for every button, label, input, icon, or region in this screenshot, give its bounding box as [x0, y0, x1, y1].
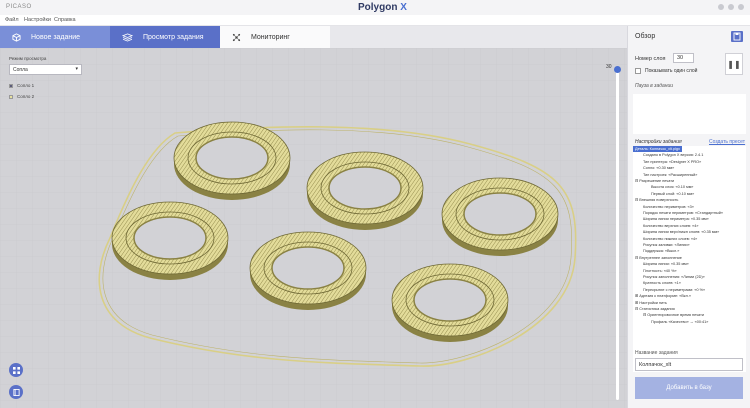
- ring-part-4: [111, 201, 229, 280]
- close-button[interactable]: [738, 4, 744, 10]
- model-scene: [0, 48, 627, 408]
- layers-icon: [122, 32, 133, 42]
- ring-part-5: [249, 231, 367, 310]
- save-icon: [733, 32, 741, 41]
- tree-item[interactable]: Рисунок заливки: «Линии»: [633, 242, 690, 248]
- chevron-down-icon: ▾: [75, 66, 78, 72]
- save-button[interactable]: [731, 31, 743, 42]
- legend-swatch: [9, 83, 13, 88]
- tree-item[interactable]: Количество нижних слоев: «4»: [633, 236, 697, 242]
- tree-item[interactable]: Плотность: «40 %»: [633, 268, 677, 274]
- legend-item-nozzle-2: Сопло 2: [9, 94, 34, 99]
- tree-item[interactable]: Рисунок заполнения: «Линии (2D)»: [633, 274, 705, 280]
- tab-view-task[interactable]: Просмотр задания: [110, 26, 220, 48]
- tree-item[interactable]: Количество периметров: «3»: [633, 204, 694, 210]
- task-name-label: Название задания: [635, 350, 678, 356]
- menu-help[interactable]: Справка: [54, 17, 76, 23]
- grid-icon: [12, 366, 20, 374]
- view-mode-label: Режим просмотра: [9, 56, 47, 61]
- network-icon: [232, 33, 241, 41]
- tree-item[interactable]: Профиль «Качество» → «00:41»: [633, 319, 708, 325]
- ring-part-1: [173, 121, 291, 200]
- tree-item[interactable]: ⊟ Ориентировочное время печати: [633, 312, 704, 318]
- app-logo: Polygon X: [358, 2, 407, 13]
- tree-item[interactable]: ⊞ Адгезия к платформе: «Вкл.»: [633, 293, 691, 299]
- overview-panel: Обзор Номер слоя 30 Показывать один слой…: [627, 26, 750, 408]
- tree-item[interactable]: Поддержка: «Выкл.»: [633, 248, 679, 254]
- pause-button[interactable]: ❚❚: [725, 53, 743, 75]
- ring-part-3: [441, 177, 559, 256]
- tree-item[interactable]: Высота слоя: «0.10 мм»: [633, 184, 693, 190]
- tree-item[interactable]: Создано в Polygon X версия: 2.4.1: [633, 152, 703, 158]
- tree-item[interactable]: Сопло: «0.30 мм»: [633, 165, 674, 171]
- tree-item[interactable]: Ширина линии: «0.35 мм»: [633, 261, 689, 267]
- task-name-input[interactable]: Колпачок_xlt: [635, 358, 743, 371]
- tab-new-task[interactable]: Новое задание: [0, 26, 110, 48]
- minimize-button[interactable]: [718, 4, 724, 10]
- view-mode-value: Сопла: [13, 67, 28, 73]
- add-to-queue-button[interactable]: Добавить в базу: [635, 377, 743, 399]
- tree-item[interactable]: Деталь: Колпачок_xlt.plgx: [633, 146, 682, 152]
- tree-item[interactable]: Порядок печати периметров: «Стандартный»: [633, 210, 723, 216]
- tab-view-task-label: Просмотр задания: [143, 33, 204, 41]
- tab-monitoring[interactable]: Мониторинг: [220, 26, 330, 48]
- legend-label: Сопло 1: [17, 83, 35, 88]
- window-controls: [718, 4, 744, 10]
- tree-item[interactable]: ⊟ Разрешение печати: [633, 178, 674, 184]
- tree-item[interactable]: Тип принтера: «Designer X PRO»: [633, 159, 701, 165]
- view-mode-select[interactable]: Сопла ▾: [9, 64, 82, 75]
- menu-file[interactable]: Файл: [5, 17, 19, 23]
- book-icon: [12, 388, 20, 396]
- grid-view-button[interactable]: [9, 363, 23, 377]
- tree-item[interactable]: Ширина линии верх/нижн слоев: «0.35 мм»: [633, 229, 719, 235]
- legend-label: Сопло 2: [17, 94, 35, 99]
- layer-number-label: Номер слоя: [635, 56, 666, 62]
- pause-icon: ❚❚: [727, 59, 741, 69]
- layer-number-input[interactable]: 30: [673, 53, 694, 63]
- tree-item[interactable]: Перекрытие с периметрами: «0 %»: [633, 287, 705, 293]
- settings-tree: Деталь: Колпачок_xlt.plgx Создано в Polyg…: [633, 146, 746, 372]
- pause-search-input[interactable]: Пауза в задании: [635, 83, 743, 93]
- ring-part-6: [391, 263, 509, 342]
- tree-item[interactable]: Ширина линии периметра: «0.35 мм»: [633, 216, 709, 222]
- tree-item[interactable]: ⊟ Внешняя поверхность: [633, 197, 678, 203]
- layer-slider-value: 30: [606, 64, 612, 70]
- app-name: PICASO: [6, 4, 32, 10]
- layer-slider-track[interactable]: [616, 70, 619, 400]
- legend-item-nozzle-1: Сопло 1: [9, 83, 34, 88]
- legend-swatch: [9, 94, 13, 99]
- tab-new-task-label: Новое задание: [31, 33, 81, 41]
- tree-item[interactable]: Количество верхних слоев: «4»: [633, 223, 699, 229]
- cube-icon: [12, 32, 21, 42]
- book-button[interactable]: [9, 385, 23, 399]
- title-bar: PICASO Polygon X: [0, 0, 750, 15]
- viewport-3d[interactable]: [0, 48, 627, 408]
- panel-title: Обзор: [635, 33, 656, 40]
- tree-item[interactable]: Первый слой: «0.10 мм»: [633, 191, 694, 197]
- logo-text: Polygon: [358, 2, 398, 13]
- settings-title: Настройки задания: [635, 139, 682, 145]
- show-one-layer-label: Показывать один слой: [645, 68, 698, 74]
- pause-list: [633, 94, 746, 134]
- ring-part-2: [306, 151, 424, 230]
- tree-item[interactable]: ⊟ Статистика задания: [633, 306, 675, 312]
- tree-item[interactable]: Тип настроек: «Расширенный»: [633, 172, 697, 178]
- layer-slider-handle[interactable]: [614, 66, 621, 73]
- maximize-button[interactable]: [728, 4, 734, 10]
- tree-item[interactable]: ⊟ Внутреннее заполнение: [633, 255, 682, 261]
- tab-monitoring-label: Мониторинг: [251, 33, 290, 41]
- menu-settings[interactable]: Настройки: [24, 17, 51, 23]
- logo-mark: X: [400, 2, 407, 13]
- create-preset-link[interactable]: Создать пресет: [709, 139, 745, 145]
- show-one-layer-checkbox[interactable]: [635, 68, 641, 74]
- menu-bar: Файл Настройки Справка: [0, 15, 750, 26]
- tree-item[interactable]: Кратность слоев: «1»: [633, 280, 681, 286]
- tree-item[interactable]: ⊞ Настройки нить: [633, 300, 667, 306]
